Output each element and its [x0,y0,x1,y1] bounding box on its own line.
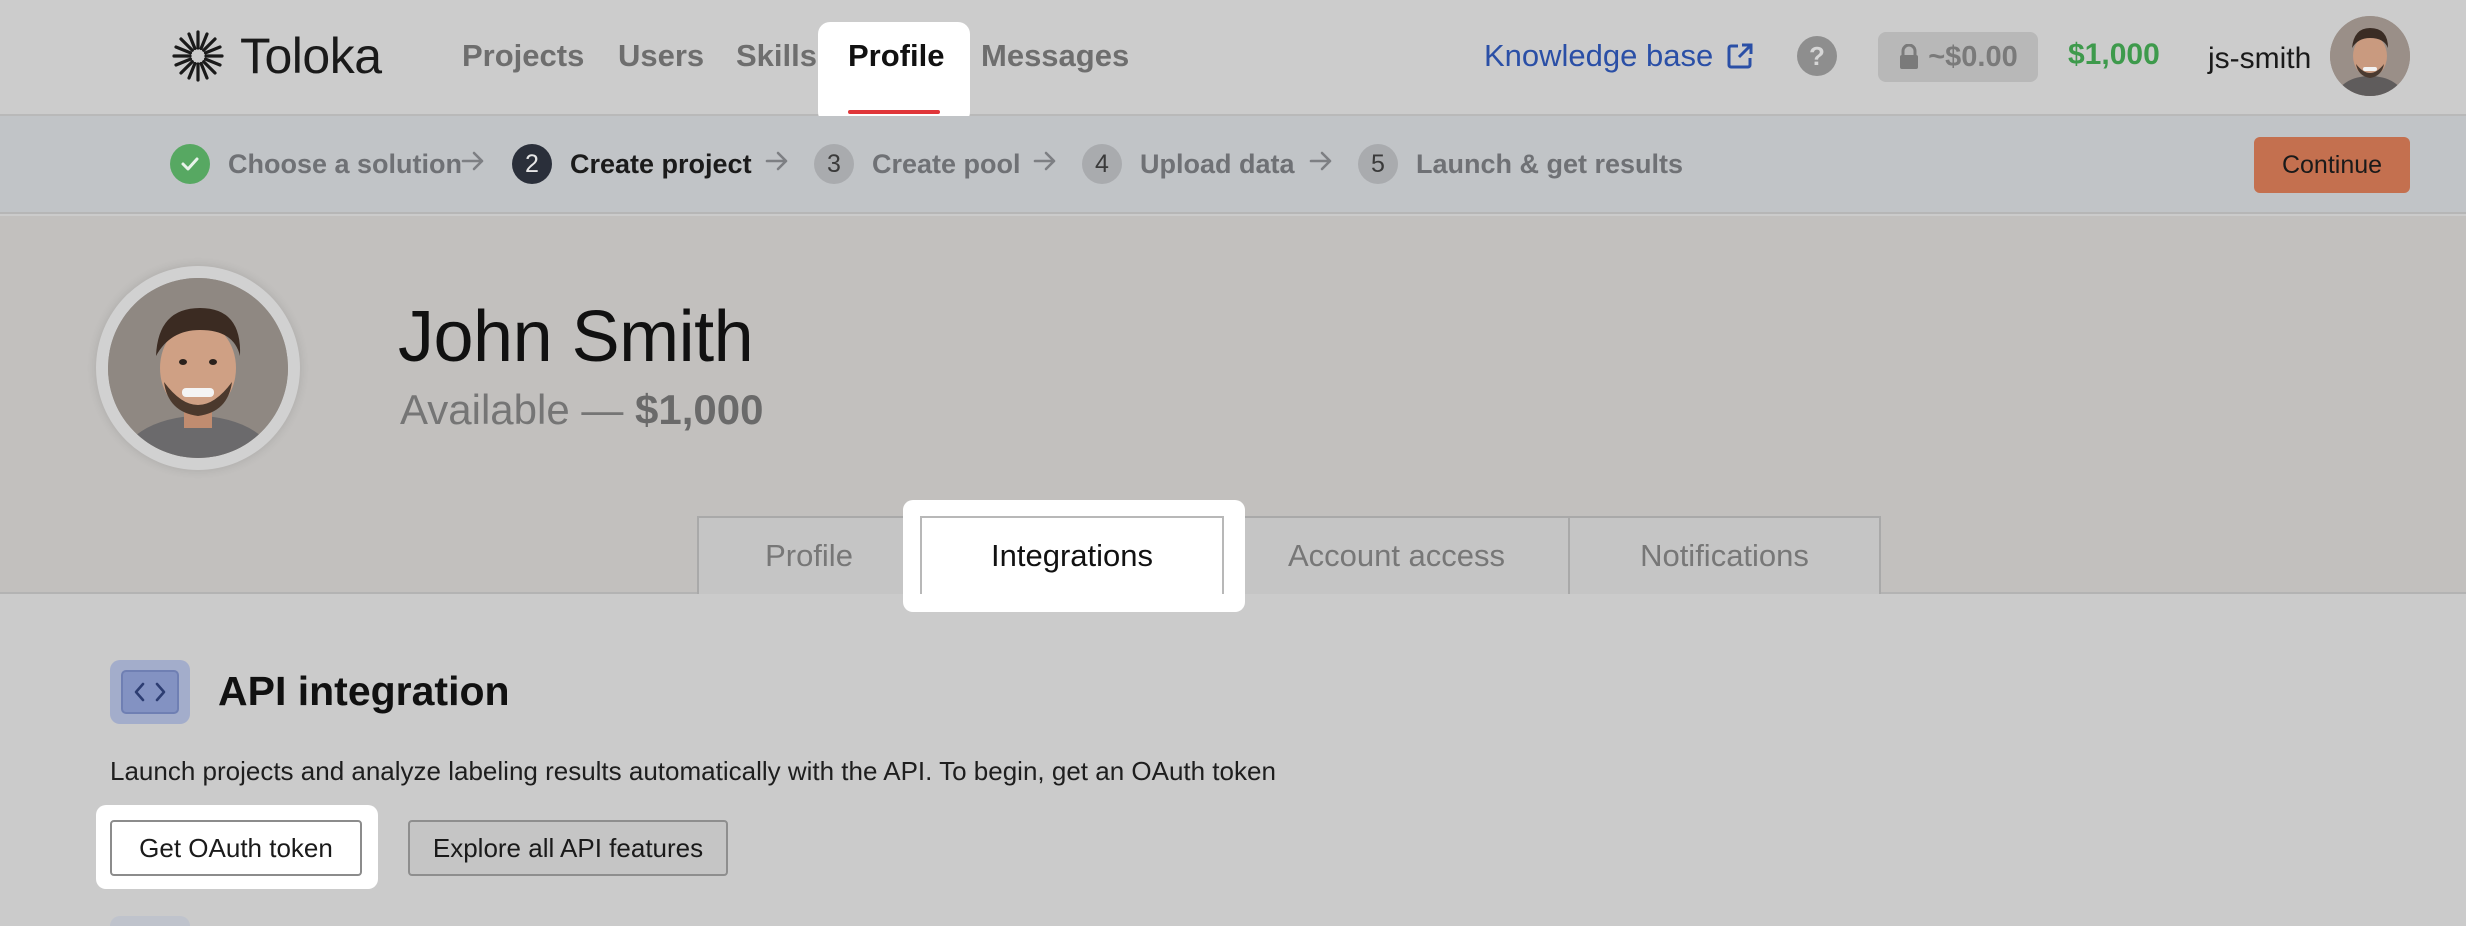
step-label: Create pool [872,148,1021,179]
step-create-project[interactable]: 2 Create project [512,144,752,184]
arrow-right-icon [1309,151,1332,171]
step-label: Choose a solution [228,148,463,179]
nav-messages[interactable]: Messages [981,38,1129,74]
step-choose-solution[interactable]: Choose a solution [170,144,462,184]
step-create-pool[interactable]: 3 Create pool [814,144,1021,184]
locked-balance-badge[interactable]: ~$0.00 [1878,32,2038,82]
explore-api-features-button[interactable]: Explore all API features [408,820,728,876]
step-done-check [170,144,210,184]
available-amount: $1,000 [635,386,764,433]
knowledge-base-link[interactable]: Knowledge base [1484,38,1755,74]
username[interactable]: js-smith [2208,42,2311,76]
api-code-icon [110,660,190,724]
profile-name: John Smith [398,297,754,377]
nav-users[interactable]: Users [618,38,704,74]
continue-button[interactable]: Continue [2254,137,2410,193]
arrow-right-icon [461,151,484,171]
step-number: 5 [1358,144,1398,184]
arrow-right-icon [1033,151,1056,171]
nav-projects[interactable]: Projects [462,38,584,74]
step-number: 4 [1082,144,1122,184]
available-prefix: Available — [400,386,624,433]
tab-account-access[interactable]: Account access [1223,516,1570,594]
user-avatar[interactable] [2330,16,2410,96]
toloka-logo[interactable]: Toloka [168,24,382,88]
available-balance: Available — $1,000 [400,386,764,434]
nav-active-underline [848,110,940,114]
locked-balance-value: ~$0.00 [1928,40,2018,73]
api-integration-title: API integration [218,668,510,714]
nav-skills[interactable]: Skills [736,38,817,74]
help-icon[interactable]: ? [1797,36,1837,76]
step-number: 2 [512,144,552,184]
account-balance[interactable]: $1,000 [2068,38,2160,72]
brand-name: Toloka [240,28,382,84]
step-label: Create project [570,148,752,179]
arrow-right-icon [765,151,788,171]
toloka-logo-icon [172,30,224,82]
profile-avatar[interactable] [108,278,288,458]
knowledge-base-label: Knowledge base [1484,38,1714,73]
next-section-icon-partial [110,916,190,926]
tab-integrations[interactable]: Integrations [920,516,1224,594]
tab-profile[interactable]: Profile [697,516,921,594]
code-brackets-icon [121,670,179,714]
get-oauth-token-button[interactable]: Get OAuth token [110,820,362,876]
checkmark-icon [181,157,199,171]
top-navbar: Toloka Projects Users Skills Profile Mes… [0,0,2466,124]
external-link-icon [1727,43,1753,69]
nav-profile[interactable]: Profile [848,38,944,74]
lock-icon [1900,44,1919,69]
step-launch-results[interactable]: 5 Launch & get results [1358,144,1683,184]
step-label: Upload data [1140,148,1295,179]
api-integration-description: Launch projects and analyze labeling res… [110,756,1276,786]
tab-notifications[interactable]: Notifications [1568,516,1881,594]
profile-avatar-image [108,278,288,458]
user-avatar-image [2330,16,2410,96]
step-number: 3 [814,144,854,184]
step-upload-data[interactable]: 4 Upload data [1082,144,1295,184]
step-label: Launch & get results [1416,148,1684,179]
